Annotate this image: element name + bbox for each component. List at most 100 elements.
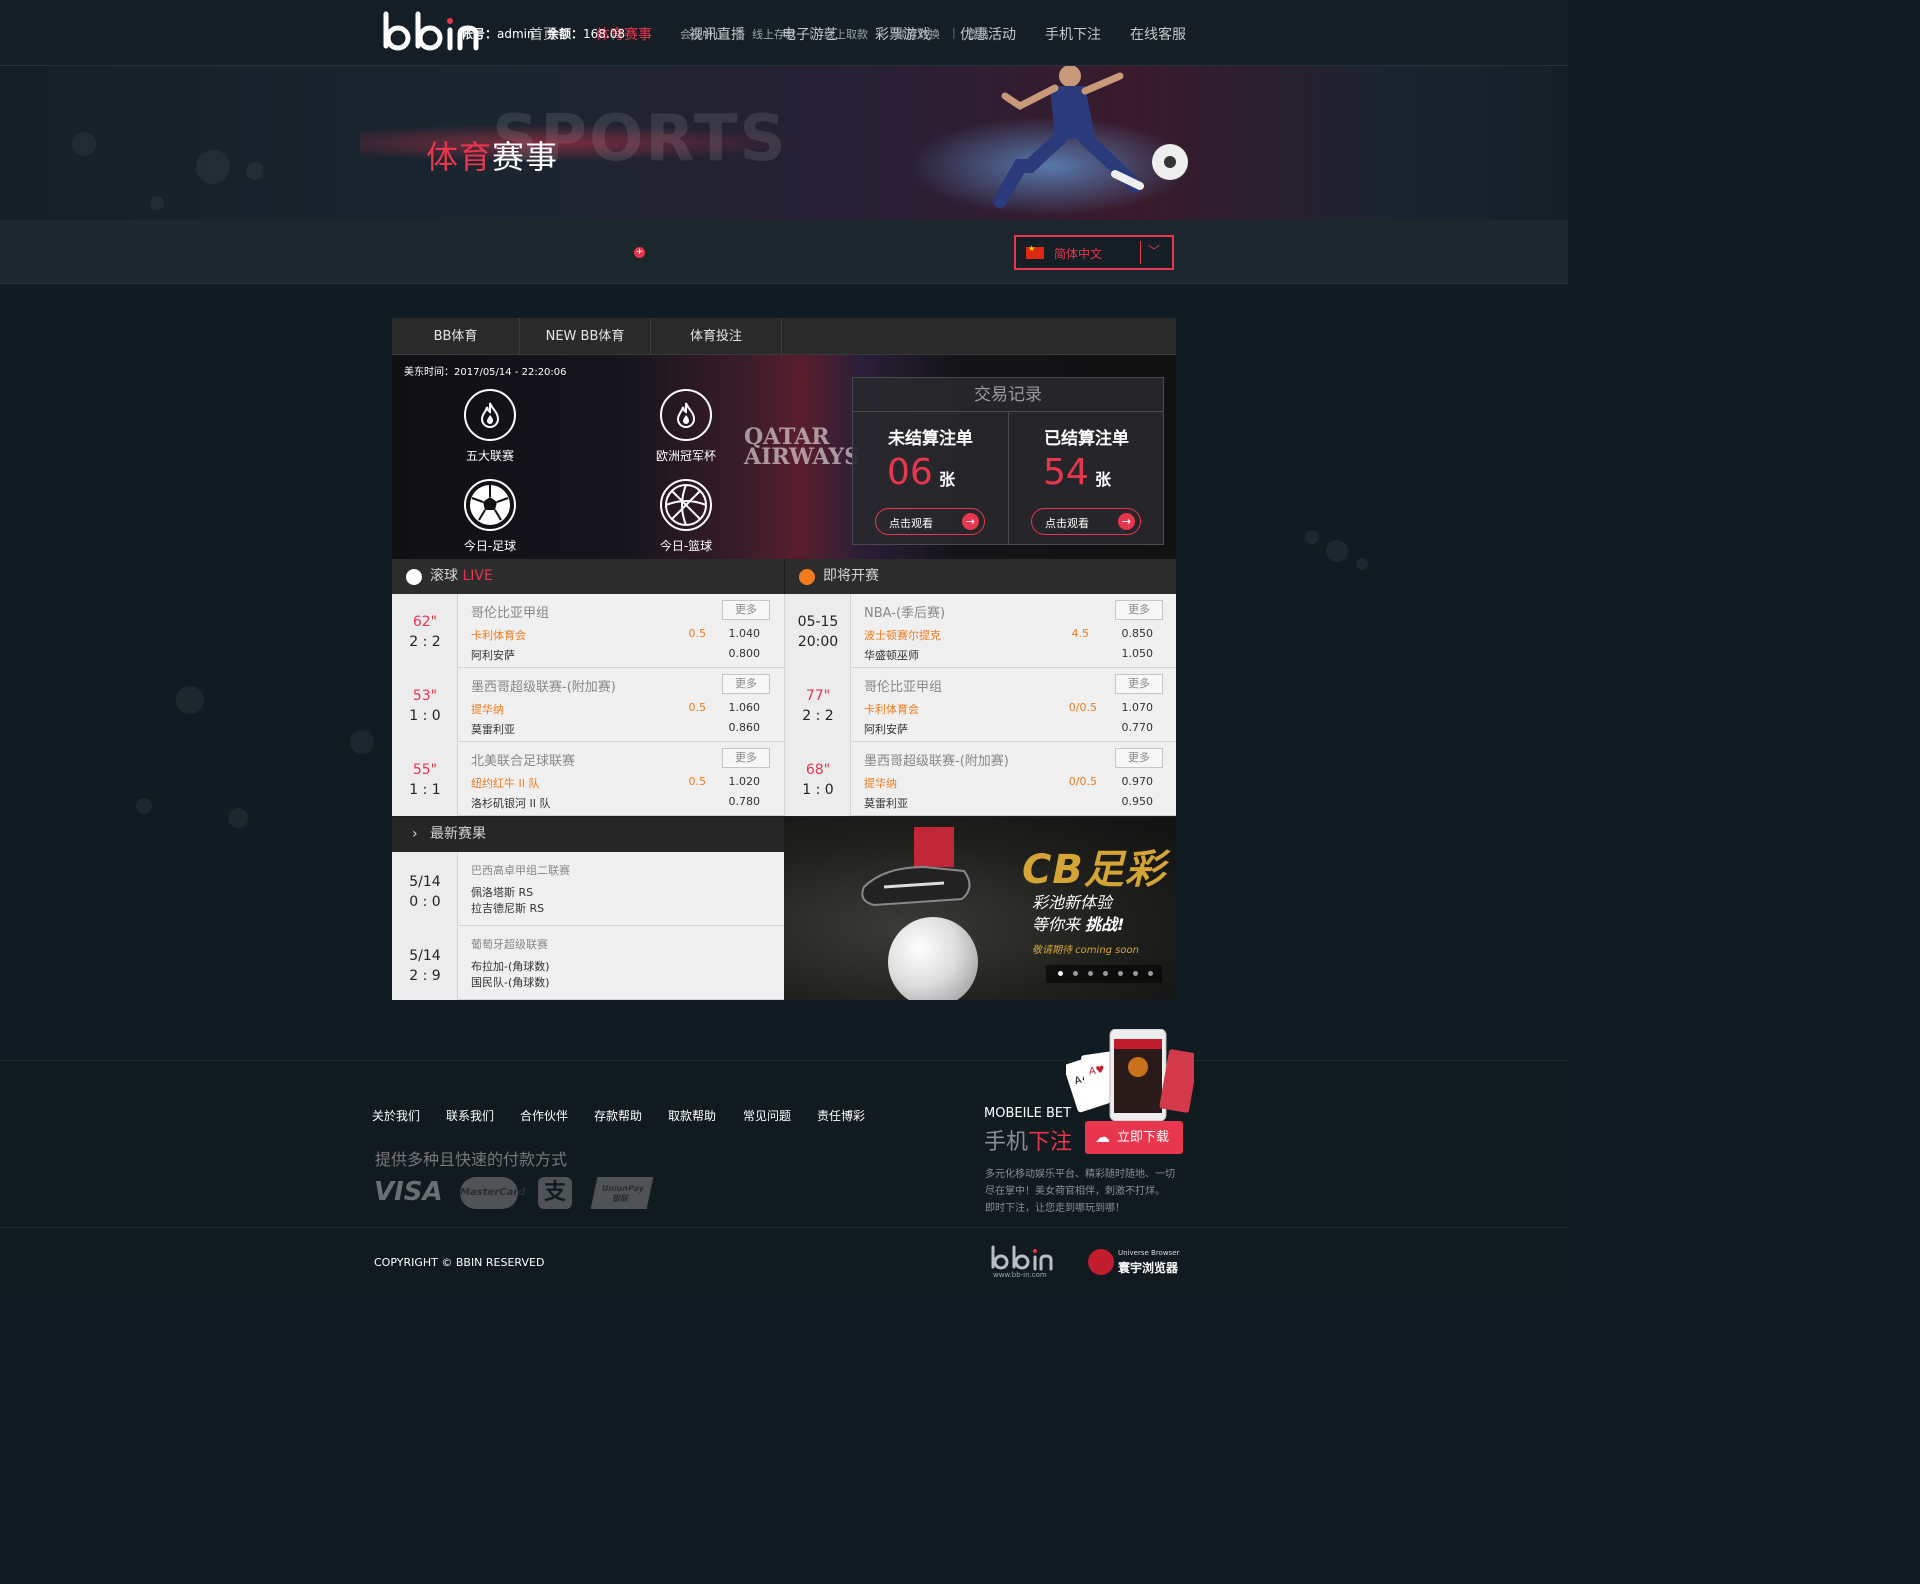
carousel-dot[interactable] — [1103, 971, 1108, 976]
link-separator: | — [881, 26, 885, 39]
universe-browser-en: Universe Browser — [1118, 1249, 1180, 1257]
results-section-header[interactable]: › 最新赛果 — [392, 817, 784, 852]
footer: 关於我们 联系我们 合作伙伴 存款帮助 取款帮助 常见问题 责任博彩 提供多种且… — [0, 1029, 1568, 1294]
footer-link-responsible-gaming[interactable]: 责任博彩 — [817, 1107, 865, 1124]
account-user: 帐号：admin — [461, 27, 535, 41]
more-button[interactable]: 更多 — [1115, 600, 1163, 620]
results-title: 最新赛果 — [430, 826, 486, 842]
more-button[interactable]: 更多 — [722, 600, 770, 620]
promo-line-1: 彩池新体验 — [1032, 893, 1113, 912]
footer-link-about[interactable]: 关於我们 — [372, 1107, 420, 1124]
nav-item-support[interactable]: 在线客服 — [1130, 24, 1186, 44]
view-unsettled-button[interactable]: 点击观看 → — [875, 508, 985, 535]
copyright: COPYRIGHT © BBIN RESERVED — [374, 1256, 545, 1269]
online-withdraw-link[interactable]: 线上取款 — [824, 26, 868, 42]
arrow-right-icon: → — [962, 513, 979, 530]
promo-line-3: 敬请期待 coming soon — [1032, 945, 1139, 956]
mobile-bet-en: MOBEILE BET — [984, 1106, 1072, 1121]
basketball-icon — [799, 569, 815, 585]
category-label: 五大联赛 — [465, 449, 514, 463]
unsettled-unit: 张 — [939, 470, 956, 489]
bokeh-dot — [228, 808, 248, 828]
category-label: 欧洲冠军杯 — [655, 449, 716, 463]
account-balance: 余额：168.08 — [547, 27, 626, 41]
unionpay-icon: UnionPay 银联 — [590, 1177, 654, 1209]
match-row[interactable]: 53" 1 : 0 墨西哥超级联赛-(附加赛) 更多 提华纳 莫雷利亚 0.5 1… — [392, 668, 784, 742]
sponsor-logo: QATAR AIRWAYS — [744, 424, 861, 470]
credit-transfer-link[interactable]: 额度转换 — [896, 26, 940, 42]
sports-tabs: BB体育 NEW BB体育 体育投注 — [392, 318, 1176, 355]
bokeh-dot — [196, 150, 230, 184]
language-select[interactable]: 简体中文 ﹀ — [1014, 235, 1174, 270]
match-row[interactable]: 05-15 20:00 NBA-(季后赛) 更多 波士顿赛尔提克 华盛顿巫师 4.… — [784, 594, 1176, 668]
universe-browser-cn: 寰宇浏览器 — [1118, 1261, 1179, 1275]
unsettled-count: 06 — [887, 452, 933, 493]
more-button[interactable]: 更多 — [722, 674, 770, 694]
footer-divider — [0, 1227, 1568, 1228]
chevron-down-icon: ﹀ — [1148, 244, 1161, 258]
settled-bets: 已结算注单 54 张 点击观看 → — [1009, 412, 1164, 544]
download-now-button[interactable]: ☁ 立即下载 — [1085, 1121, 1183, 1154]
soccer-ball-image — [888, 917, 978, 1000]
footer-link-withdraw-help[interactable]: 取款帮助 — [668, 1107, 716, 1124]
sports-main-panel: BB体育 NEW BB体育 体育投注 美东时间：2017/05/14 - 22:… — [392, 318, 1176, 1000]
online-deposit-link[interactable]: 线上存款 — [752, 26, 796, 42]
china-flag-icon — [1026, 244, 1044, 259]
language-label: 简体中文 — [1054, 247, 1103, 261]
basketball-icon — [660, 479, 712, 531]
more-button[interactable]: 更多 — [1115, 748, 1163, 768]
trade-records-panel: 交易记录 未结算注单 06 张 点击观看 → 已结算注单 54 张 点击观看 → — [852, 377, 1164, 545]
carousel-dot[interactable] — [1073, 971, 1078, 976]
result-row[interactable]: 5/14 2 : 9 葡萄牙超级联赛 布拉加-(角球数) 国民队-(角球数) — [392, 926, 784, 1000]
soccer-ball-icon — [464, 479, 516, 531]
banner-title-white: 赛事 — [492, 138, 559, 176]
match-row[interactable]: 68" 1 : 0 墨西哥超级联赛-(附加赛) 更多 提华纳 莫雷利亚 0/0.5… — [784, 742, 1176, 816]
footer-link-faq[interactable]: 常见问题 — [743, 1107, 791, 1124]
more-button[interactable]: 更多 — [1115, 674, 1163, 694]
chevron-right-icon: › — [412, 826, 418, 842]
carousel-dot[interactable] — [1058, 971, 1063, 976]
promo-line-2: 等你来 挑战! — [1032, 915, 1125, 934]
category-label: 今日-足球 — [463, 539, 517, 553]
bokeh-dot — [1305, 530, 1319, 544]
category-today-soccer[interactable]: 今日-足球 — [430, 479, 550, 554]
match-row[interactable]: 62" 2 : 2 哥伦比亚甲组 更多 卡利体育会 阿利安萨 0.5 1.040 … — [392, 594, 784, 668]
carousel-dot[interactable] — [1133, 971, 1138, 976]
carousel-dot[interactable] — [1088, 971, 1093, 976]
category-top-five-leagues[interactable]: 五大联赛 — [430, 389, 550, 464]
footer-link-contact[interactable]: 联系我们 — [446, 1107, 494, 1124]
nav-item-mobile[interactable]: 手机下注 — [1045, 24, 1101, 44]
match-row[interactable]: 77" 2 : 2 哥伦比亚甲组 更多 卡利体育会 阿利安萨 0/0.5 1.07… — [784, 668, 1176, 742]
more-button[interactable]: 更多 — [722, 748, 770, 768]
visa-icon: VISA — [374, 1177, 443, 1207]
tab-sports-betting[interactable]: 体育投注 — [651, 318, 782, 355]
tab-bb-sports[interactable]: BB体育 — [392, 318, 520, 355]
live-title: 滚球 — [430, 568, 458, 584]
match-row[interactable]: 55" 1 : 1 北美联合足球联赛 更多 纽约红牛 II 队 洛杉矶银河 II … — [392, 742, 784, 816]
cb-lottery-promo-banner[interactable]: CB足彩 彩池新体验 等你来 挑战! 敬请期待 coming soon — [784, 817, 1176, 1000]
bokeh-dot — [246, 162, 264, 180]
account-bar — [0, 220, 1568, 284]
sports-hero: 美东时间：2017/05/14 - 22:20:06 五大联赛 欧洲冠军杯 今日… — [392, 355, 1176, 559]
live-tag: LIVE — [462, 568, 493, 584]
soccer-player-image — [910, 66, 1190, 216]
footer-link-deposit-help[interactable]: 存款帮助 — [594, 1107, 642, 1124]
logout-link[interactable]: 登出 — [967, 26, 989, 42]
arrow-right-icon: → — [1118, 513, 1135, 530]
upcoming-section-header: 即将开赛 — [784, 559, 1176, 594]
result-row[interactable]: 5/14 0 : 0 巴西高卓甲组二联赛 佩洛塔斯 RS 拉吉德尼斯 RS — [392, 852, 784, 926]
footer-link-partners[interactable]: 合作伙伴 — [520, 1107, 568, 1124]
category-today-basketball[interactable]: 今日-篮球 — [626, 479, 746, 554]
soccer-ball-icon — [406, 569, 422, 585]
promo-title: CB足彩 — [1022, 847, 1166, 893]
link-separator: | — [952, 26, 956, 39]
carousel-dot[interactable] — [1148, 971, 1153, 976]
tab-new-bb-sports[interactable]: NEW BB体育 — [520, 318, 651, 355]
cloud-download-icon: ☁ — [1095, 1128, 1110, 1146]
member-center-link[interactable]: 会员中心 — [680, 26, 724, 42]
view-settled-button[interactable]: 点击观看 → — [1031, 508, 1141, 535]
category-champions-league[interactable]: 欧洲冠军杯 — [626, 389, 746, 464]
carousel-dot[interactable] — [1118, 971, 1123, 976]
add-funds-plus-icon[interactable]: + — [634, 247, 645, 258]
universe-browser-icon[interactable] — [1088, 1249, 1114, 1275]
